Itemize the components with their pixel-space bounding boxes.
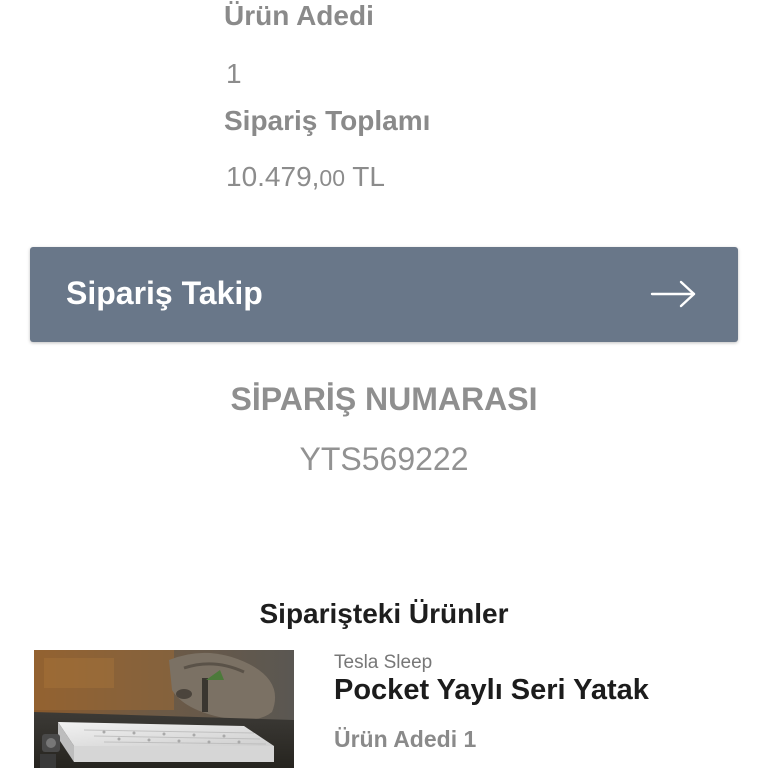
- order-total-value: 10.479,00 TL: [226, 161, 385, 193]
- order-confirmation-page: Ürün Adedi 1 Sipariş Toplamı 10.479,00 T…: [0, 0, 768, 768]
- arrow-right-icon: [650, 280, 696, 308]
- product-brand: Tesla Sleep: [334, 652, 433, 673]
- order-total-currency: TL: [345, 161, 385, 192]
- order-total-decimals: 00: [319, 165, 346, 191]
- product-list-item[interactable]: Tesla Sleep Pocket Yaylı Seri Yatak Ürün…: [34, 650, 734, 768]
- quantity-value: 1: [226, 58, 242, 89]
- ordered-products-heading: Siparişteki Ürünler: [259, 598, 509, 629]
- order-tracking-label: Sipariş Takip: [66, 275, 263, 311]
- product-image[interactable]: [34, 650, 294, 768]
- order-tracking-button[interactable]: Sipariş Takip: [30, 247, 738, 342]
- mattress-photo: [34, 650, 294, 768]
- product-name[interactable]: Pocket Yaylı Seri Yatak: [334, 674, 649, 707]
- order-number-value: YTS569222: [299, 441, 469, 477]
- quantity-label: Ürün Adedi: [224, 0, 374, 31]
- order-total-main: 10.479,: [226, 161, 320, 192]
- order-number-title: SİPARİŞ NUMARASI: [230, 381, 538, 417]
- order-total-label: Sipariş Toplamı: [224, 105, 431, 136]
- product-quantity: Ürün Adedi 1: [334, 726, 477, 752]
